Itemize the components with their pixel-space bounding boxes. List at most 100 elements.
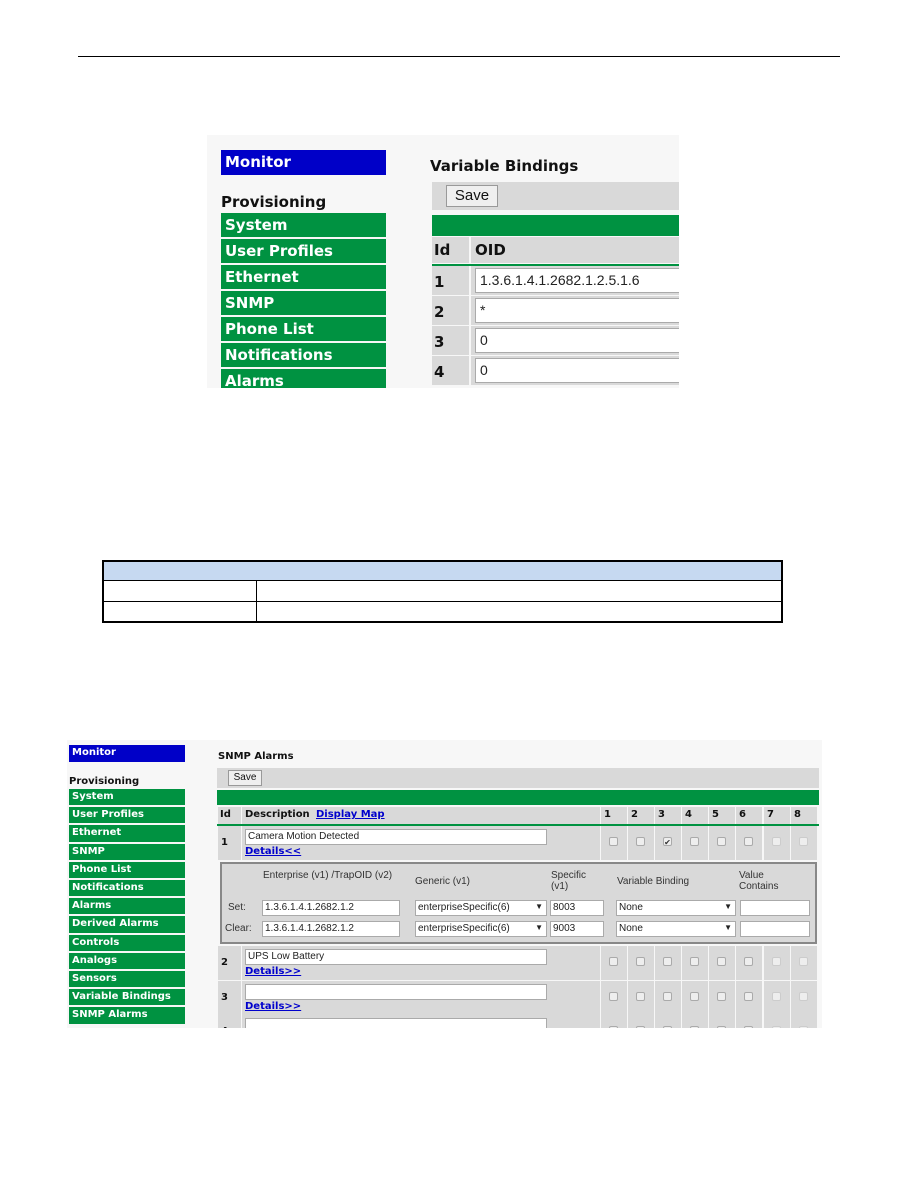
id-header: Id (220, 809, 231, 820)
sidebar-item-user-profiles[interactable]: User Profiles (221, 239, 386, 265)
alarm-checkbox-1[interactable] (609, 957, 618, 966)
alarm-checkbox-2[interactable] (636, 957, 645, 966)
alarm-checkbox-7[interactable] (772, 957, 781, 966)
sidebar-item-ethernet[interactable]: Ethernet (69, 825, 185, 844)
binding-header: Variable Binding (617, 876, 690, 887)
provisioning-heading: Provisioning (69, 776, 140, 787)
sidebar-item-derived-alarms[interactable]: Derived Alarms (69, 916, 185, 935)
sidebar-item-phone-list[interactable]: Phone List (221, 317, 386, 343)
sidebar-item-sensors[interactable]: Sensors (69, 971, 185, 990)
alarm-checkbox-5[interactable] (717, 837, 726, 846)
alarm-checkbox-8[interactable] (799, 837, 808, 846)
set-enterprise-input[interactable]: 1.3.6.1.4.1.2682.1.2 (262, 900, 400, 916)
checkbox-cell (791, 1015, 817, 1028)
sidebar-item-snmp-alarms[interactable]: SNMP Alarms (69, 1007, 185, 1026)
sidebar-item-system[interactable]: System (69, 789, 185, 808)
clear-value-input[interactable] (740, 921, 810, 937)
column-header: 5 (712, 809, 719, 820)
alarm-checkbox-8[interactable] (799, 957, 808, 966)
alarm-checkbox-8[interactable] (799, 992, 808, 1001)
row-id: 2 (221, 957, 228, 968)
set-value-input[interactable] (740, 900, 810, 916)
alarm-checkbox-5[interactable] (717, 1026, 726, 1028)
alarm-checkbox-4[interactable] (690, 992, 699, 1001)
display-map-link[interactable]: Display Map (316, 809, 385, 820)
alarm-checkbox-4[interactable] (690, 957, 699, 966)
column-header-cell: 8 (791, 807, 817, 824)
clear-binding-select[interactable]: None ▼ (616, 921, 736, 937)
description-input[interactable]: Camera Motion Detected (245, 829, 547, 845)
alarm-checkbox-7[interactable] (772, 1026, 781, 1028)
description-cell (242, 1015, 600, 1028)
description-input[interactable] (245, 1018, 547, 1028)
alarm-checkbox-2[interactable] (636, 837, 645, 846)
sidebar-item-variable-bindings[interactable]: Variable Bindings (69, 989, 185, 1008)
oid-input[interactable]: 0 (475, 328, 679, 353)
clear-enterprise-input[interactable]: 1.3.6.1.4.1.2682.1.2 (262, 921, 400, 937)
sidebar-item-alarms[interactable]: Alarms (69, 898, 185, 917)
description-input[interactable]: UPS Low Battery (245, 949, 547, 965)
sidebar-item-analogs[interactable]: Analogs (69, 952, 185, 971)
column-header-cell: 1 (601, 807, 627, 824)
sidebar-item-notifications[interactable]: Notifications (221, 343, 386, 369)
alarm-checkbox-6[interactable] (744, 957, 753, 966)
oid-input[interactable]: * (475, 298, 679, 323)
checkbox-cell (628, 946, 654, 980)
alarm-checkbox-6[interactable] (744, 992, 753, 1001)
details-toggle-link[interactable]: Details>> (245, 966, 301, 977)
alarm-checkbox-8[interactable] (799, 1026, 808, 1028)
toolbar: Save (217, 768, 819, 788)
sidebar-item-snmp[interactable]: SNMP (69, 843, 185, 862)
alarm-checkbox-2[interactable] (636, 992, 645, 1001)
sidebar-item-snmp[interactable]: SNMP (221, 291, 386, 317)
sidebar-item-controls[interactable]: Controls (69, 934, 185, 953)
sidebar-item-notifications[interactable]: Notifications (69, 880, 185, 899)
alarm-checkbox-6[interactable] (744, 1026, 753, 1028)
details-toggle-link[interactable]: Details<< (245, 846, 301, 857)
sidebar-monitor[interactable]: Monitor (69, 745, 185, 762)
set-label: Set: (228, 902, 246, 913)
alarm-checkbox-5[interactable] (717, 957, 726, 966)
oid-input[interactable]: 0 (475, 358, 679, 383)
column-header: 6 (739, 809, 746, 820)
column-header-cell: 4 (682, 807, 708, 824)
alarm-checkbox-3[interactable] (663, 992, 672, 1001)
checkbox-cell (628, 826, 654, 860)
alarm-checkbox-6[interactable] (744, 837, 753, 846)
id-cell: 4 (218, 1015, 241, 1028)
specific-header: Specific (v1) (551, 870, 587, 892)
clear-specific-input[interactable]: 9003 (550, 921, 604, 937)
row-id: 1 (221, 837, 228, 848)
oid-input[interactable]: 1.3.6.1.4.1.2682.1.2.5.1.6 (475, 268, 679, 293)
sidebar-item-ethernet[interactable]: Ethernet (221, 265, 386, 291)
sidebar-item-system[interactable]: System (221, 213, 386, 239)
alarm-checkbox-3[interactable] (663, 957, 672, 966)
alarm-checkbox-4[interactable] (690, 1026, 699, 1028)
sidebar-item-alarms[interactable]: Alarms (221, 369, 386, 388)
alarm-checkbox-1[interactable] (609, 1026, 618, 1028)
sidebar-monitor[interactable]: Monitor (221, 150, 386, 175)
set-specific-input[interactable]: 8003 (550, 900, 604, 916)
details-toggle-link[interactable]: Details>> (245, 1001, 301, 1012)
alarm-checkbox-1[interactable] (609, 992, 618, 1001)
alarm-checkbox-2[interactable] (636, 1026, 645, 1028)
description-input[interactable] (245, 984, 547, 1000)
save-button[interactable]: Save (446, 185, 498, 207)
id-header: Id (434, 241, 451, 259)
set-generic-select[interactable]: enterpriseSpecific(6) ▼ (415, 900, 547, 916)
alarm-checkbox-5[interactable] (717, 992, 726, 1001)
toolbar: Save (432, 182, 679, 210)
checkbox-cell (628, 1015, 654, 1028)
alarm-checkbox-1[interactable] (609, 837, 618, 846)
sidebar-item-user-profiles[interactable]: User Profiles (69, 807, 185, 826)
sidebar-item-phone-list[interactable]: Phone List (69, 861, 185, 880)
alarm-checkbox-3[interactable] (663, 1026, 672, 1028)
set-binding-select[interactable]: None ▼ (616, 900, 736, 916)
save-button[interactable]: Save (228, 770, 262, 786)
clear-generic-select[interactable]: enterpriseSpecific(6) ▼ (415, 921, 547, 937)
alarm-checkbox-7[interactable] (772, 992, 781, 1001)
row-id: 3 (221, 992, 228, 1003)
alarm-checkbox-3[interactable]: ✔ (663, 837, 672, 847)
alarm-checkbox-7[interactable] (772, 837, 781, 846)
alarm-checkbox-4[interactable] (690, 837, 699, 846)
